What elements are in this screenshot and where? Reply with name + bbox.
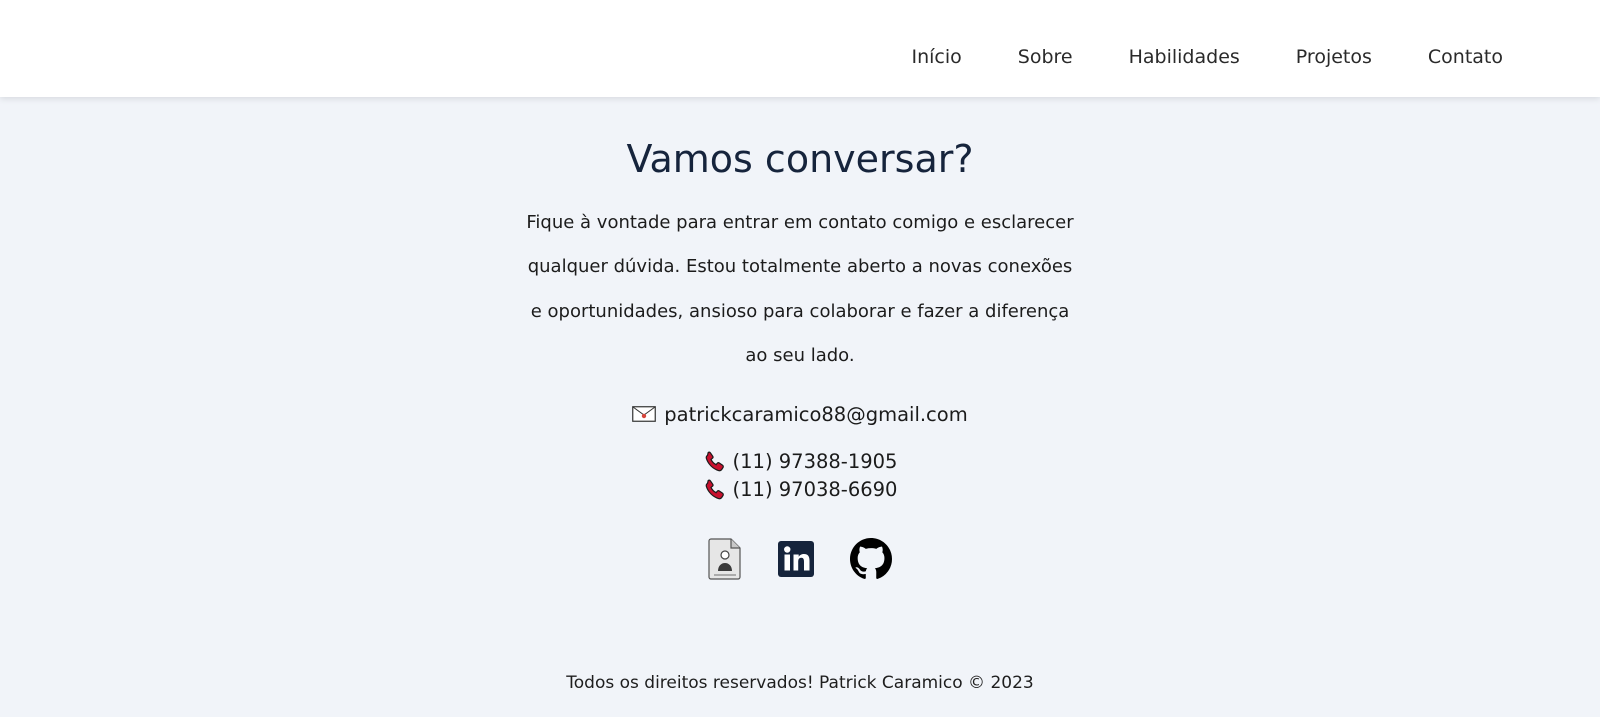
- nav-links: Início Sobre Habilidades Projetos Contat…: [911, 46, 1503, 68]
- linkedin-icon: [778, 540, 814, 577]
- navbar: Início Sobre Habilidades Projetos Contat…: [0, 0, 1600, 97]
- resume-document-icon: [708, 537, 741, 580]
- phone-row[interactable]: (11) 97388-1905: [703, 450, 898, 474]
- contact-description: Fique à vontade para entrar em contato c…: [526, 211, 1074, 367]
- nav-link-projetos[interactable]: Projetos: [1296, 46, 1372, 68]
- github-icon: [850, 537, 892, 579]
- nav-link-contato[interactable]: Contato: [1428, 46, 1503, 68]
- telephone-receiver-icon: [705, 451, 724, 471]
- email-address[interactable]: patrickcaramico88@gmail.com: [664, 403, 967, 426]
- nav-link-inicio[interactable]: Início: [911, 46, 961, 68]
- github-link[interactable]: [850, 537, 892, 584]
- resume-link[interactable]: [708, 537, 742, 584]
- social-links: [0, 537, 1600, 584]
- contact-section: Vamos conversar? Fique à vontade para en…: [0, 97, 1600, 584]
- nav-link-sobre[interactable]: Sobre: [1018, 46, 1073, 68]
- copyright-text: Todos os direitos reservados! Patrick Ca…: [566, 673, 1034, 693]
- telephone-receiver-icon: [705, 479, 724, 499]
- contact-title: Vamos conversar?: [626, 137, 974, 181]
- nav-link-habilidades[interactable]: Habilidades: [1129, 46, 1240, 68]
- phone-row[interactable]: (11) 97038-6690: [703, 478, 898, 502]
- envelope-icon: [632, 406, 657, 422]
- phone-number[interactable]: (11) 97038-6690: [733, 478, 898, 501]
- email-row[interactable]: patrickcaramico88@gmail.com: [0, 403, 1600, 426]
- phone-list: (11) 97388-1905 (11) 97038-6690: [0, 450, 1600, 502]
- footer: Todos os direitos reservados! Patrick Ca…: [0, 673, 1600, 693]
- linkedin-link[interactable]: [778, 540, 814, 581]
- phone-number[interactable]: (11) 97388-1905: [733, 450, 898, 473]
